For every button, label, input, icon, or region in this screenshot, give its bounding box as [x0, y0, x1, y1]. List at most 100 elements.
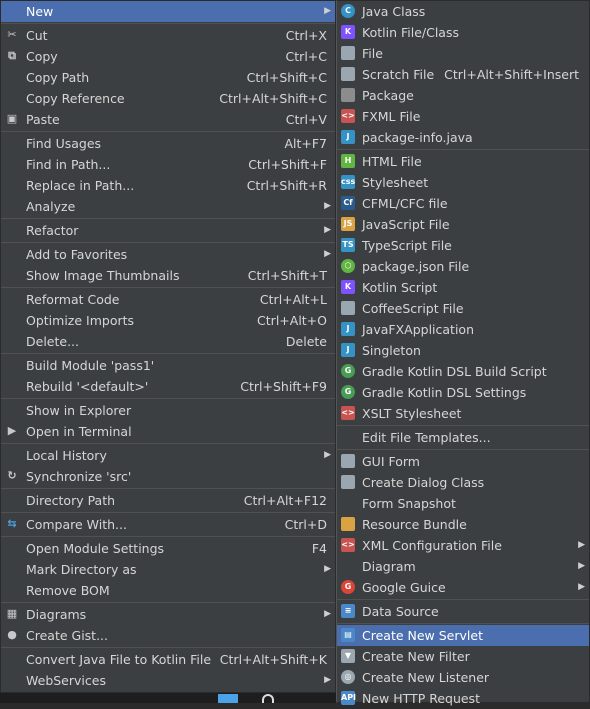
- menu-item-diagrams[interactable]: ▦ Diagrams ▶: [1, 604, 335, 625]
- menu-item-remove-bom[interactable]: Remove BOM: [1, 580, 335, 601]
- menu-item-label: Remove BOM: [26, 583, 110, 598]
- menu-item-convert-java-file-to-kotlin-file[interactable]: Convert Java File to Kotlin File Ctrl+Alt…: [1, 649, 335, 670]
- menu-item-label: Create New Listener: [362, 670, 490, 685]
- menu-item-label: Gradle Kotlin DSL Settings: [362, 385, 527, 400]
- menu-item-mark-directory-as[interactable]: Mark Directory as ▶: [1, 559, 335, 580]
- menu-item-javafxapplication[interactable]: J JavaFXApplication: [337, 319, 589, 340]
- gradle-settings-icon: G: [341, 385, 355, 399]
- submenu-arrow-icon: ▶: [324, 249, 331, 259]
- menu-item-label: Package: [362, 88, 414, 103]
- menu-item-package-info-java[interactable]: Jpackage-info.java: [337, 127, 589, 148]
- menu-item-new-http-request[interactable]: API New HTTP Request: [337, 688, 589, 709]
- menu-item-label: JavaFXApplication: [362, 322, 474, 337]
- menu-item-compare-with[interactable]: ⇆ Compare With... Ctrl+D: [1, 514, 335, 535]
- menu-item-label: Rebuild '<default>': [26, 379, 149, 394]
- menu-item-fxml-file[interactable]: <> FXML File: [337, 106, 589, 127]
- windows-start-icon[interactable]: [218, 694, 238, 703]
- menu-item-shortcut: Ctrl+Shift+F9: [240, 379, 327, 394]
- menu-item-synchronize-src[interactable]: ↻ Synchronize 'src': [1, 466, 335, 487]
- compare-icon: ⇆: [7, 517, 17, 530]
- menu-item-xml-configuration-file[interactable]: <> XML Configuration File ▶: [337, 535, 589, 556]
- menu-item-reformat-code[interactable]: Reformat Code Ctrl+Alt+L: [1, 289, 335, 310]
- menu-item-create-new-servlet[interactable]: ▤ Create New Servlet: [337, 625, 589, 646]
- menu-item-delete[interactable]: Delete... Delete: [1, 331, 335, 352]
- menu-item-show-image-thumbnails[interactable]: Show Image Thumbnails Ctrl+Shift+T: [1, 265, 335, 286]
- menu-item-file[interactable]: File: [337, 43, 589, 64]
- menu-item-stylesheet[interactable]: css Stylesheet: [337, 172, 589, 193]
- menu-item-open-module-settings[interactable]: Open Module Settings F4: [1, 538, 335, 559]
- menu-item-open-in-terminal[interactable]: ▶ Open in Terminal: [1, 421, 335, 442]
- listener-icon: ◎: [341, 670, 355, 684]
- menu-item-kotlin-file-class[interactable]: K Kotlin File/Class: [337, 22, 589, 43]
- menu-item-label: JavaScript File: [362, 217, 450, 232]
- menu-item-shortcut: Ctrl+Shift+C: [246, 70, 327, 85]
- menu-item-label: Resource Bundle: [362, 517, 467, 532]
- menu-item-copy[interactable]: ⧉ Copy Ctrl+C: [1, 46, 335, 67]
- typescript-file-icon: TS: [341, 238, 355, 252]
- menu-item-copy-reference[interactable]: Copy Reference Ctrl+Alt+Shift+C: [1, 88, 335, 109]
- menu-item-label: Scratch File: [362, 67, 435, 82]
- menu-item-google-guice[interactable]: G Google Guice ▶: [337, 577, 589, 598]
- search-icon[interactable]: [262, 694, 274, 703]
- menu-item-package-json-file[interactable]: ⬡ package.json File: [337, 256, 589, 277]
- menu-item-webservices[interactable]: WebServices ▶: [1, 670, 335, 691]
- menu-item-shortcut: Ctrl+Alt+Shift+K: [219, 652, 327, 667]
- coffeescript-file-icon: [341, 301, 355, 315]
- menu-item-create-new-listener[interactable]: ◎ Create New Listener: [337, 667, 589, 688]
- menu-item-singleton[interactable]: J Singleton: [337, 340, 589, 361]
- menu-item-gradle-kotlin-dsl-build-script[interactable]: G Gradle Kotlin DSL Build Script: [337, 361, 589, 382]
- menu-item-data-source[interactable]: ≡ Data Source: [337, 601, 589, 622]
- menu-item-shortcut: F4: [311, 541, 327, 556]
- menu-item-cfml-cfc-file[interactable]: Cf CFML/CFC file: [337, 193, 589, 214]
- menu-item-directory-path[interactable]: Directory Path Ctrl+Alt+F12: [1, 490, 335, 511]
- menu-item-copy-path[interactable]: Copy Path Ctrl+Shift+C: [1, 67, 335, 88]
- menu-item-show-in-explorer[interactable]: Show in Explorer: [1, 400, 335, 421]
- menu-item-add-to-favorites[interactable]: Add to Favorites ▶: [1, 244, 335, 265]
- menu-item-resource-bundle[interactable]: Resource Bundle: [337, 514, 589, 535]
- menu-item-gui-form[interactable]: GUI Form: [337, 451, 589, 472]
- menu-item-local-history[interactable]: Local History ▶: [1, 445, 335, 466]
- menu-item-coffeescript-file[interactable]: CoffeeScript File: [337, 298, 589, 319]
- menu-item-create-dialog-class[interactable]: Create Dialog Class: [337, 472, 589, 493]
- menu-item-html-file[interactable]: H HTML File: [337, 151, 589, 172]
- menu-item-build-module-pass1[interactable]: Build Module 'pass1': [1, 355, 335, 376]
- file-icon: [341, 46, 355, 60]
- menu-item-label: Copy: [26, 49, 58, 64]
- menu-item-find-in-path[interactable]: Find in Path... Ctrl+Shift+F: [1, 154, 335, 175]
- menu-item-shortcut: Ctrl+Alt+Shift+Insert: [444, 67, 579, 82]
- menu-separator: [337, 623, 589, 624]
- menu-item-kotlin-script[interactable]: K Kotlin Script: [337, 277, 589, 298]
- menu-item-label: TypeScript File: [362, 238, 452, 253]
- menu-item-shortcut: Ctrl+D: [284, 517, 327, 532]
- menu-item-label: CFML/CFC file: [362, 196, 448, 211]
- menu-item-xslt-stylesheet[interactable]: <> XSLT Stylesheet: [337, 403, 589, 424]
- menu-item-analyze[interactable]: Analyze ▶: [1, 196, 335, 217]
- menu-separator: [337, 425, 589, 426]
- menu-item-scratch-file[interactable]: Scratch File Ctrl+Alt+Shift+Insert: [337, 64, 589, 85]
- menu-item-find-usages[interactable]: Find Usages Alt+F7: [1, 133, 335, 154]
- menu-item-paste[interactable]: ▣ Paste Ctrl+V: [1, 109, 335, 130]
- menu-item-create-new-filter[interactable]: ▼ Create New Filter: [337, 646, 589, 667]
- menu-item-label: Optimize Imports: [26, 313, 135, 328]
- menu-item-create-gist[interactable]: ● Create Gist...: [1, 625, 335, 646]
- menu-item-shortcut: Ctrl+X: [285, 28, 327, 43]
- menu-item-label: Open Module Settings: [26, 541, 165, 556]
- menu-item-javascript-file[interactable]: JS JavaScript File: [337, 214, 589, 235]
- menu-item-form-snapshot[interactable]: Form Snapshot: [337, 493, 589, 514]
- menu-item-new[interactable]: New ▶: [1, 1, 335, 22]
- menu-item-rebuild-default[interactable]: Rebuild '<default>' Ctrl+Shift+F9: [1, 376, 335, 397]
- menu-separator: [337, 599, 589, 600]
- menu-item-shortcut: Ctrl+Shift+R: [246, 178, 327, 193]
- menu-item-label: Synchronize 'src': [26, 469, 132, 484]
- menu-item-refactor[interactable]: Refactor ▶: [1, 220, 335, 241]
- menu-item-diagram[interactable]: Diagram ▶: [337, 556, 589, 577]
- menu-item-edit-file-templates[interactable]: Edit File Templates...: [337, 427, 589, 448]
- menu-item-typescript-file[interactable]: TS TypeScript File: [337, 235, 589, 256]
- menu-item-cut[interactable]: ✂ Cut Ctrl+X: [1, 25, 335, 46]
- menu-item-optimize-imports[interactable]: Optimize Imports Ctrl+Alt+O: [1, 310, 335, 331]
- menu-item-package[interactable]: Package: [337, 85, 589, 106]
- menu-item-replace-in-path[interactable]: Replace in Path... Ctrl+Shift+R: [1, 175, 335, 196]
- menu-item-gradle-kotlin-dsl-settings[interactable]: G Gradle Kotlin DSL Settings: [337, 382, 589, 403]
- menu-item-java-class[interactable]: C Java Class: [337, 1, 589, 22]
- menu-item-label: WebServices: [26, 673, 106, 688]
